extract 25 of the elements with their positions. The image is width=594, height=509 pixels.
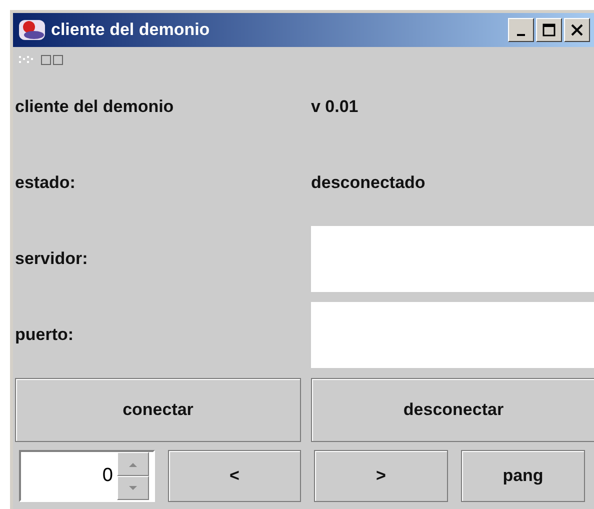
up-arrow-icon[interactable] xyxy=(129,462,137,466)
field-label: puerto: xyxy=(15,324,74,346)
next-button[interactable]: > xyxy=(314,450,448,502)
minimize-button[interactable] xyxy=(508,18,534,42)
input-field[interactable] xyxy=(311,302,594,368)
previous-button[interactable]: < xyxy=(168,450,301,502)
connect-button[interactable]: conectar xyxy=(15,378,301,442)
value-text: v 0.01 xyxy=(311,96,358,118)
pang-button[interactable]: pang xyxy=(461,450,585,502)
grip-icon[interactable] xyxy=(19,56,35,64)
disconnect-button[interactable]: desconectar xyxy=(311,378,594,442)
number-spinner[interactable]: 0 xyxy=(19,450,155,502)
input-field[interactable] xyxy=(311,226,594,292)
field-label: estado: xyxy=(15,172,76,194)
minimize-icon xyxy=(517,34,525,36)
window-title: cliente del demonio xyxy=(51,19,211,42)
maximize-icon xyxy=(542,23,556,37)
value-text: desconectado xyxy=(311,172,426,194)
maximize-button[interactable] xyxy=(536,18,562,42)
close-icon xyxy=(570,23,584,37)
close-button[interactable] xyxy=(564,18,590,42)
down-arrow-icon[interactable] xyxy=(129,486,137,490)
field-label: servidor: xyxy=(15,248,88,270)
windows-icon[interactable] xyxy=(41,54,63,64)
field-label: cliente del demonio xyxy=(15,96,174,118)
